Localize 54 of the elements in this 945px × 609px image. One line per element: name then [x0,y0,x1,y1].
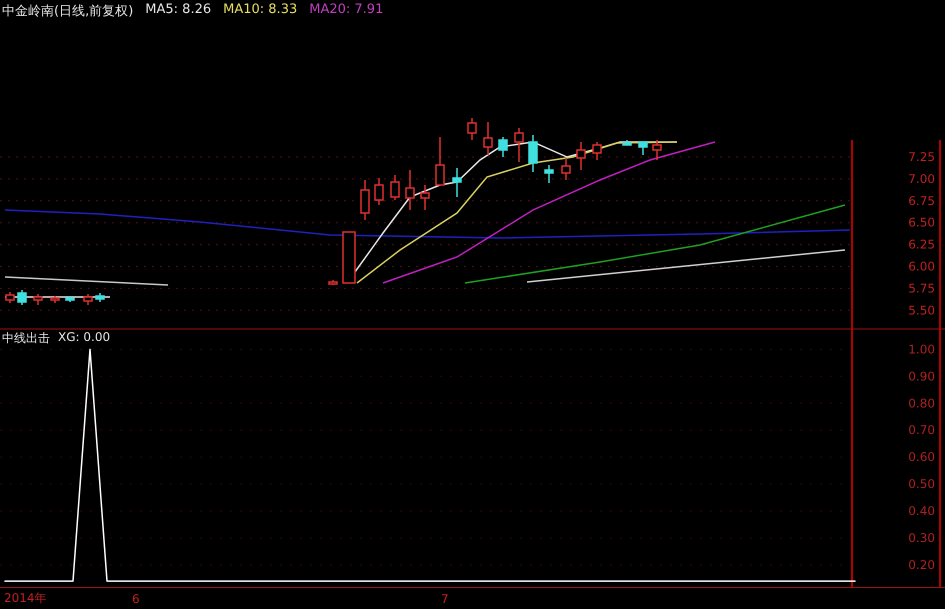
candlestick [420,185,430,210]
indicator-value: MA10: 8.33 [223,2,298,19]
candlestick [652,140,662,160]
candlestick [498,137,508,157]
price-tick-label: 5.75 [908,281,935,296]
indicator-tick-label: 0.50 [908,477,935,492]
candlestick [65,296,75,302]
candlestick [5,292,15,303]
candlestick [435,137,445,186]
indicator-tick-label: 0.70 [908,423,935,438]
price-tick-label: 6.75 [908,194,935,208]
candlestick [622,140,632,146]
candlestick [544,165,554,183]
candlestick [528,135,538,172]
price-tick-label: 7.25 [908,150,935,164]
indicator-tick-label: 0.90 [908,369,935,384]
candlestick [483,122,493,155]
candlestick [467,118,477,140]
stock-title: 中金岭南(日线,前复权) [2,3,134,20]
price-tick-label: 6.00 [908,260,935,274]
candlestick [83,294,93,305]
indicator-tick-label: 0.30 [908,531,935,545]
candlestick [360,180,370,220]
price-tick-label: 6.50 [908,216,935,230]
candlestick [452,168,462,197]
candlestick [638,141,648,155]
candlestick [592,142,602,160]
time-axis-label: 2014年 [4,590,48,607]
candlestick [328,280,338,285]
indicator-value: MA20: 7.91 [309,2,384,19]
candlestick [33,294,43,305]
time-axis-label: 7 [441,592,450,606]
indicator-title: 中线出击 [2,330,50,347]
indicator-tick-label: 0.20 [908,558,935,572]
candlestick [17,290,27,305]
candlestick [514,128,524,162]
candlestick [50,296,60,303]
time-axis-label: 6 [132,592,141,606]
indicator-tick-label: 0.80 [908,396,935,410]
price-tick-label: 7.00 [908,172,935,186]
candlestick [576,142,586,170]
candlestick [374,178,384,205]
price-tick-label: 5.50 [908,303,935,318]
candlestick [405,170,415,210]
candlestick [342,231,356,284]
indicator-value: MA5: 8.26 [145,2,212,19]
price-tick-label: 6.25 [908,238,935,252]
candlestick [561,158,571,180]
indicator-tick-label: 0.60 [908,450,935,464]
indicator-tick-label: 1.00 [908,342,935,356]
candlestick [95,293,105,302]
indicator-reading: XG: 0.00 [58,330,110,346]
candlestick [390,175,400,200]
indicator-tick-label: 0.40 [908,504,935,518]
